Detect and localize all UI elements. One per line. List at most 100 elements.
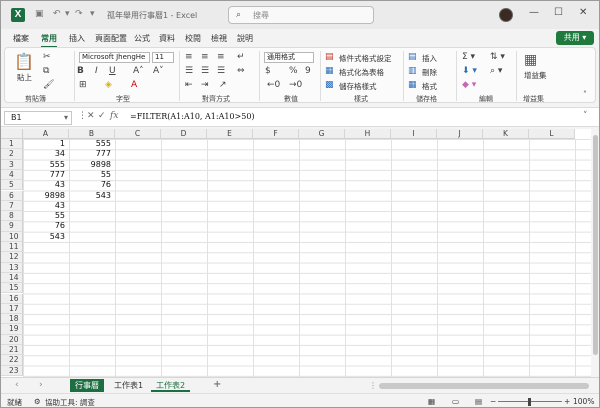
name-box[interactable]: B1 ▾: [4, 111, 72, 125]
cell[interactable]: 76: [69, 180, 113, 190]
cell[interactable]: 43: [23, 201, 67, 211]
cell[interactable]: 777: [69, 149, 113, 159]
column-header[interactable]: L: [529, 129, 575, 139]
column-header[interactable]: H: [345, 129, 391, 139]
customize-qa-icon[interactable]: ▾: [90, 9, 95, 19]
tab-formulas[interactable]: 公式: [134, 33, 150, 44]
format-cells-button[interactable]: 格式: [422, 81, 437, 92]
delete-cells-button[interactable]: 刪除: [422, 67, 437, 78]
increase-font-icon[interactable]: A˄: [133, 66, 144, 76]
cell[interactable]: 543: [69, 191, 113, 201]
conditional-format-icon[interactable]: ▤: [325, 52, 334, 62]
font-color-icon[interactable]: A: [131, 80, 137, 90]
more-tabs-icon[interactable]: ⋮: [369, 381, 377, 390]
number-format-dropdown[interactable]: 通用格式: [264, 52, 314, 63]
zoom-out-icon[interactable]: −: [490, 397, 496, 406]
sheet-tab-sheet1[interactable]: 工作表1: [109, 379, 148, 392]
close-icon[interactable]: ✕: [579, 7, 587, 18]
border-icon[interactable]: ⊞: [79, 80, 87, 90]
row-header[interactable]: 12: [1, 252, 23, 263]
row-header[interactable]: 1: [1, 139, 23, 150]
find-select-icon[interactable]: ⌕ ▾: [490, 66, 502, 76]
font-size-dropdown[interactable]: 11: [152, 52, 174, 63]
paste-label[interactable]: 貼上: [17, 72, 32, 83]
worksheet-grid[interactable]: ABCDEFGHIJKL 1 2 3 4 5 6 7 8 9 10 11 12 13 14 15 16 17 18…: [1, 129, 591, 377]
fill-color-icon[interactable]: ◈: [105, 80, 112, 90]
cell[interactable]: 1: [23, 139, 67, 149]
align-right-icon[interactable]: ☰: [217, 66, 225, 76]
row-header[interactable]: 16: [1, 293, 23, 304]
row-header[interactable]: 7: [1, 200, 23, 212]
row-header[interactable]: 6: [1, 190, 23, 201]
addins-button[interactable]: 增益集: [524, 70, 547, 81]
zoom-in-icon[interactable]: +: [564, 397, 570, 406]
align-left-icon[interactable]: ☰: [185, 66, 193, 76]
save-icon[interactable]: ▣: [35, 9, 44, 19]
column-header[interactable]: J: [437, 129, 483, 139]
expand-formula-bar-icon[interactable]: ˅: [583, 111, 588, 121]
column-header[interactable]: C: [115, 129, 161, 139]
column-header[interactable]: B: [69, 129, 115, 139]
align-middle-icon[interactable]: ≡: [201, 52, 209, 62]
column-header[interactable]: D: [161, 129, 207, 139]
font-name-dropdown[interactable]: Microsoft JhengHe: [79, 52, 150, 63]
cell-styles-button[interactable]: 儲存格樣式: [339, 81, 377, 92]
merge-center-icon[interactable]: ⇔: [237, 66, 245, 76]
row-header[interactable]: 3: [1, 159, 23, 170]
column-header[interactable]: F: [253, 129, 299, 139]
cell[interactable]: 555: [23, 160, 67, 170]
collapse-ribbon-icon[interactable]: ˄: [583, 90, 587, 99]
tab-home[interactable]: 常用: [41, 33, 57, 48]
maximize-icon[interactable]: ☐: [554, 7, 563, 18]
search-box[interactable]: ⌕ 搜尋: [228, 6, 374, 24]
cell[interactable]: 34: [23, 149, 67, 159]
cell[interactable]: 9898: [69, 160, 113, 170]
format-painter-icon[interactable]: 🖌: [43, 80, 54, 90]
row-header[interactable]: 8: [1, 211, 23, 222]
column-header[interactable]: A: [23, 129, 69, 139]
tab-data[interactable]: 資料: [159, 33, 175, 44]
row-header[interactable]: 19: [1, 324, 23, 335]
align-bottom-icon[interactable]: ≡: [217, 52, 225, 62]
sheet-tab-calendar[interactable]: 行事曆: [70, 379, 104, 392]
addins-icon[interactable]: ▦: [524, 52, 537, 68]
cell[interactable]: 55: [23, 211, 67, 221]
bold-icon[interactable]: B: [77, 66, 84, 76]
undo-dropdown-icon[interactable]: ▾: [65, 9, 70, 19]
column-header[interactable]: G: [299, 129, 345, 139]
decrease-font-icon[interactable]: A˅: [153, 66, 164, 76]
italic-icon[interactable]: I: [95, 66, 98, 76]
currency-icon[interactable]: $: [265, 66, 271, 76]
row-header[interactable]: 23: [1, 365, 23, 376]
cut-icon[interactable]: ✂: [43, 52, 51, 62]
normal-view-icon[interactable]: ▦: [428, 397, 435, 406]
row-header[interactable]: 18: [1, 314, 23, 325]
cell[interactable]: 43: [23, 180, 67, 190]
wrap-text-icon[interactable]: ↵: [237, 52, 245, 62]
decrease-indent-icon[interactable]: ⇤: [185, 80, 193, 90]
tab-page-layout[interactable]: 頁面配置: [95, 33, 127, 44]
percent-icon[interactable]: %: [289, 66, 298, 76]
tab-review[interactable]: 校閱: [185, 33, 201, 44]
vertical-scrollbar[interactable]: [591, 129, 599, 377]
name-box-dropdown-icon[interactable]: ▾: [64, 112, 68, 124]
row-header[interactable]: 22: [1, 355, 23, 366]
comma-icon[interactable]: 9: [305, 66, 311, 76]
vertical-scroll-thumb[interactable]: [593, 135, 598, 355]
tab-view[interactable]: 檢視: [211, 33, 227, 44]
column-header[interactable]: E: [207, 129, 253, 139]
cancel-icon[interactable]: ✕: [87, 111, 95, 121]
insert-cells-button[interactable]: 插入: [422, 53, 437, 64]
enter-icon[interactable]: ✓: [98, 111, 106, 121]
cell[interactable]: 555: [69, 139, 113, 149]
clear-icon[interactable]: ◆ ▾: [462, 80, 476, 90]
next-sheet-icon[interactable]: ›: [39, 380, 43, 390]
format-cells-icon[interactable]: ▦: [408, 80, 417, 90]
row-header[interactable]: 14: [1, 272, 23, 284]
zoom-level[interactable]: 100%: [573, 397, 594, 406]
row-header[interactable]: 21: [1, 345, 23, 356]
decrease-decimal-icon[interactable]: →0: [289, 80, 302, 90]
align-top-icon[interactable]: ≡: [185, 52, 193, 62]
redo-icon[interactable]: ↷: [75, 9, 83, 19]
row-header[interactable]: 10: [1, 231, 23, 242]
